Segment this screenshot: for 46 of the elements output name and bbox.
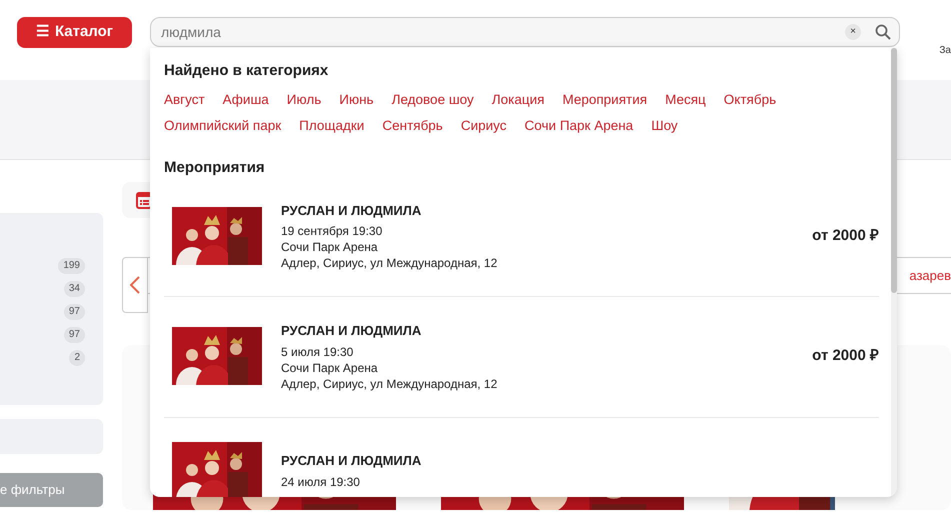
previous-button[interactable] xyxy=(122,257,148,313)
category-link[interactable]: Мероприятия xyxy=(562,90,648,110)
event-price: от 2000 ₽ xyxy=(812,346,879,366)
search-field[interactable]: людмила × xyxy=(150,17,900,47)
count-badge: 34 xyxy=(64,281,85,297)
count-badge: 97 xyxy=(64,304,85,320)
category-link[interactable]: Сириус xyxy=(460,116,507,136)
event-title: РУСЛАН И ЛЮДМИЛА xyxy=(281,202,422,220)
category-link[interactable]: Олимпийский парк xyxy=(164,116,282,136)
category-link[interactable]: Октябрь xyxy=(724,90,776,110)
event-date: 5 июля 19:30 xyxy=(281,344,354,360)
scrollbar[interactable] xyxy=(891,48,897,497)
section-title: Мероприятия xyxy=(164,158,266,176)
scrollbar-thumb[interactable] xyxy=(891,48,897,293)
category-link[interactable]: Площадки xyxy=(299,116,364,136)
category-link[interactable]: Июль xyxy=(286,90,322,110)
catalog-button[interactable]: ☰ Каталог xyxy=(17,17,132,48)
event-item[interactable]: РУСЛАН И ЛЮДМИЛА 19 сентября 19:30 Сочи Парк Арена Адлер, Сириус, ул Международная, 12 от 2000 ₽ xyxy=(164,176,879,297)
category-link[interactable]: Сентябрь xyxy=(382,116,443,136)
category-link[interactable]: Шоу xyxy=(651,116,678,136)
count-badge: 97 xyxy=(64,327,85,343)
event-address: Адлер, Сириус, ул Международная, 12 xyxy=(281,376,498,392)
carousel-link[interactable]: азарев xyxy=(909,266,951,286)
category-link[interactable]: Афиша xyxy=(222,90,269,110)
category-link[interactable]: Август xyxy=(164,90,205,110)
event-title: РУСЛАН И ЛЮДМИЛА xyxy=(281,452,422,470)
category-link[interactable]: Сочи Парк Арена xyxy=(524,116,634,136)
event-title: РУСЛАН И ЛЮДМИЛА xyxy=(281,322,422,340)
event-price: от 2000 ₽ xyxy=(812,226,879,246)
event-venue: Сочи Парк Арена xyxy=(281,360,379,376)
search-icon[interactable] xyxy=(875,24,891,40)
event-date: 19 сентября 19:30 xyxy=(281,223,384,239)
category-link[interactable]: Месяц xyxy=(665,90,706,110)
section-title: Найдено в категориях xyxy=(164,62,330,80)
clear-button[interactable]: × xyxy=(845,24,861,40)
chevron-left-icon xyxy=(130,276,140,294)
category-link[interactable]: Ледовое шоу xyxy=(392,90,474,110)
header-text: За xyxy=(939,44,951,58)
count-badge: 199 xyxy=(58,258,85,274)
event-address: Адлер, Сириус, ул Международная, 12 xyxy=(281,255,498,271)
category-link[interactable]: Июнь xyxy=(339,90,374,110)
category-link[interactable]: Локация xyxy=(492,90,544,110)
event-date: 24 июля 19:30 xyxy=(281,474,361,490)
event-venue: Сочи Парк Арена xyxy=(281,239,379,255)
count-badge: 2 xyxy=(69,350,85,366)
event-item[interactable]: РУСЛАН И ЛЮДМИЛА 5 июля 19:30 Сочи Парк Арена Адлер, Сириус, ул Международная, 12 от 2000 ₽ xyxy=(164,297,879,418)
